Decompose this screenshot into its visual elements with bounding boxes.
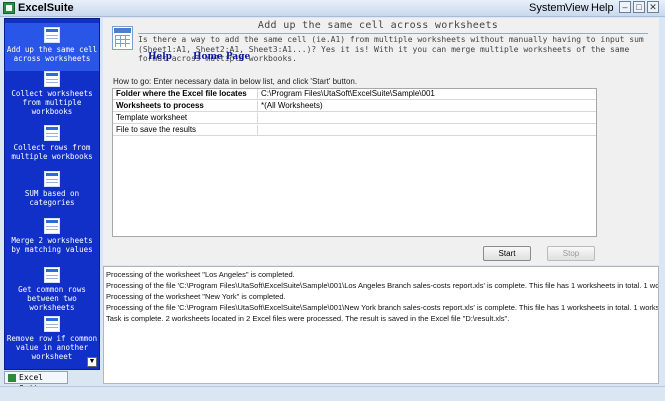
sidebar-item-label: Collect worksheets from multiple workboo… (11, 89, 93, 116)
sidebar-item-label: Add up the same cell across worksheets (6, 45, 98, 63)
sidebar-item-merge-worksheets[interactable]: Merge 2 worksheets by matching values (5, 216, 99, 256)
menu-help[interactable]: Help (591, 2, 614, 14)
table-row[interactable]: Worksheets to process *(All Worksheets) (113, 101, 596, 112)
maximize-button[interactable]: □ (633, 1, 645, 13)
excel-tab-icon (8, 374, 16, 382)
results-file-value[interactable] (261, 125, 595, 136)
row-label: Worksheets to process (113, 101, 258, 112)
log-line: Processing of the worksheet "Los Angeles… (106, 270, 295, 279)
page-title: Add up the same cell across worksheets (257, 20, 499, 31)
menu-system[interactable]: System (529, 2, 566, 14)
table-row[interactable]: File to save the results (113, 125, 596, 136)
row-label: File to save the results (113, 125, 258, 136)
parameters-table: Folder where the Excel file locates C:\P… (112, 88, 597, 237)
title-divider (138, 33, 648, 34)
sidebar-item-label: Collect rows from multiple workbooks (11, 143, 93, 161)
close-button[interactable]: ✕ (647, 1, 659, 13)
main-panel: Add up the same cell across worksheets I… (103, 18, 659, 265)
feature-header-icon (112, 26, 133, 50)
stop-button[interactable]: Stop (547, 246, 595, 261)
remove-rows-icon (44, 316, 60, 332)
tab-excel-suite[interactable]: Excel Suite (4, 371, 68, 393)
sidebar-item-sum-categories[interactable]: SUM based on categories (5, 169, 99, 209)
log-line: Processing of the file 'C:\Program Files… (106, 281, 659, 290)
sidebar-item-common-rows[interactable]: Get common rows between two worksheets (5, 265, 99, 312)
log-line: Task is complete. 2 worksheets located i… (106, 314, 510, 323)
merge-icon (44, 218, 60, 234)
sidebar-item-add-up-same-cell[interactable]: Add up the same cell across worksheets (5, 23, 99, 71)
sidebar-item-label: Merge 2 worksheets by matching values (11, 236, 93, 254)
log-line: Processing of the file 'C:\Program Files… (106, 303, 659, 312)
log-line: Processing of the worksheet "New York" i… (106, 292, 286, 301)
collect-sheets-icon (44, 71, 60, 87)
menu-view[interactable]: View (565, 2, 589, 14)
row-label: Folder where the Excel file locates (113, 89, 258, 100)
howto-instructions: How to go: Enter necessary data in below… (113, 77, 358, 86)
worksheets-value[interactable]: *(All Worksheets) (261, 101, 595, 112)
sidebar-item-label: Get common rows between two worksheets (18, 285, 86, 312)
sidebar-item-label: Remove row if common value in another wo… (6, 334, 98, 361)
status-bar (0, 386, 665, 401)
collect-rows-icon (44, 125, 60, 141)
sidebar-scroll-down-button[interactable]: ▼ (87, 357, 97, 367)
app-title: ExcelSuite (18, 2, 74, 14)
log-output[interactable]: Processing of the worksheet "Los Angeles… (103, 266, 659, 384)
home-page-link[interactable]: Home Page (193, 52, 250, 62)
common-rows-icon (44, 267, 60, 283)
sidebar-item-label: SUM based on categories (24, 189, 80, 207)
grid-sum-icon (44, 27, 60, 43)
row-label: Template worksheet (113, 113, 258, 124)
sidebar-item-remove-rows[interactable]: Remove row if common value in another wo… (5, 314, 99, 361)
help-link[interactable]: Help (148, 52, 172, 62)
sum-category-icon (44, 171, 60, 187)
title-bar: ExcelSuite System View Help – □ ✕ (0, 0, 665, 17)
table-row[interactable]: Template worksheet (113, 113, 596, 124)
sidebar-item-collect-rows[interactable]: Collect rows from multiple workbooks (5, 123, 99, 163)
start-button[interactable]: Start (483, 246, 531, 261)
table-row[interactable]: Folder where the Excel file locates C:\P… (113, 89, 596, 100)
folder-path-value[interactable]: C:\Program Files\UtaSoft\ExcelSuite\Samp… (261, 89, 595, 100)
feature-sidebar: Add up the same cell across worksheets C… (4, 18, 100, 370)
minimize-button[interactable]: – (619, 1, 631, 13)
sidebar-item-collect-worksheets[interactable]: Collect worksheets from multiple workboo… (5, 69, 99, 119)
template-worksheet-value[interactable] (261, 113, 595, 124)
excel-app-icon (3, 2, 15, 14)
